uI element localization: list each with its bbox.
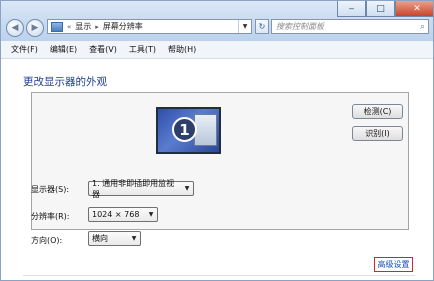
display-select[interactable]: 1. 通用非即插即用监视器 ▼ — [88, 179, 194, 199]
maximize-button[interactable]: □ — [366, 1, 395, 17]
breadcrumb-screen-resolution[interactable]: 屏幕分辨率 — [103, 21, 143, 32]
breadcrumb-display[interactable]: 显示 — [75, 21, 91, 32]
window: ‒ □ ✕ ◀ ▶ ▼ « 显示 ▸ 屏幕分辨率 ▼ ↻ 搜索控制面板 ⌕ 文件… — [0, 0, 434, 281]
forward-arrow-icon: ▶ — [31, 23, 39, 33]
address-bar[interactable]: « 显示 ▸ 屏幕分辨率 ▼ — [47, 19, 252, 34]
chevron-down-icon: ▼ — [184, 185, 190, 192]
detect-button[interactable]: 检测(C) — [352, 104, 403, 119]
minimize-button[interactable]: ‒ — [337, 1, 366, 17]
chevron-down-icon: ▼ — [148, 211, 154, 218]
title-bar: ‒ □ ✕ ◀ ▶ ▼ « 显示 ▸ 屏幕分辨率 ▼ ↻ 搜索控制面板 ⌕ — [1, 1, 433, 41]
forward-button[interactable]: ▶ — [26, 19, 44, 37]
content-area: 更改显示器的外观 1 检测(C) 识别(I) 显示器(S): 1. 通用非即插即… — [1, 59, 433, 280]
resolution-select-value: 1024 × 768 — [92, 210, 140, 219]
close-icon: ✕ — [413, 3, 421, 14]
close-button[interactable]: ✕ — [395, 1, 433, 17]
resolution-select[interactable]: 1024 × 768 ▼ — [88, 207, 158, 222]
advanced-settings-link[interactable]: 高级设置 — [378, 259, 410, 270]
resolution-label: 分辨率(R): — [31, 212, 70, 221]
menu-edit[interactable]: 编辑(E) — [44, 44, 83, 55]
orientation-select[interactable]: 横向 ▼ — [88, 231, 141, 246]
menu-bar: 文件(F) 编辑(E) 查看(V) 工具(T) 帮助(H) — [1, 41, 433, 59]
window-controls: ‒ □ ✕ — [337, 1, 433, 17]
display-label: 显示器(S): — [31, 185, 70, 194]
orientation-select-value: 横向 — [92, 234, 108, 243]
search-icon[interactable]: ⌕ — [420, 22, 425, 32]
search-placeholder: 搜索控制面板 — [276, 22, 324, 31]
search-input[interactable]: 搜索控制面板 ⌕ — [271, 19, 429, 34]
back-button[interactable]: ◀ — [6, 19, 24, 37]
refresh-button[interactable]: ↻ — [255, 19, 269, 34]
monitor-1[interactable]: 1 — [156, 107, 221, 154]
menu-tools[interactable]: 工具(T) — [123, 44, 162, 55]
menu-view[interactable]: 查看(V) — [83, 44, 123, 55]
nav-buttons: ◀ ▶ ▼ — [6, 19, 52, 37]
chevron-down-icon: ▼ — [131, 235, 137, 242]
minimize-icon: ‒ — [348, 3, 355, 14]
address-dropdown-icon[interactable]: ▼ — [238, 20, 251, 33]
control-panel-icon — [51, 21, 63, 32]
breadcrumb-separator-icon[interactable]: ▸ — [95, 23, 99, 31]
window-thumbnail-icon — [194, 114, 217, 146]
divider — [23, 275, 415, 276]
orientation-label: 方向(O): — [31, 236, 63, 245]
back-arrow-icon: ◀ — [11, 23, 19, 33]
advanced-settings-highlight: 高级设置 — [374, 257, 413, 272]
address-overflow[interactable]: « — [67, 23, 71, 31]
monitor-number-badge: 1 — [172, 117, 197, 142]
menu-file[interactable]: 文件(F) — [5, 44, 44, 55]
refresh-icon: ↻ — [258, 22, 266, 31]
maximize-icon: □ — [376, 3, 385, 14]
identify-button[interactable]: 识别(I) — [352, 126, 403, 141]
menu-help[interactable]: 帮助(H) — [162, 44, 202, 55]
page-title: 更改显示器的外观 — [23, 76, 107, 88]
display-select-value: 1. 通用非即插即用监视器 — [92, 178, 175, 199]
